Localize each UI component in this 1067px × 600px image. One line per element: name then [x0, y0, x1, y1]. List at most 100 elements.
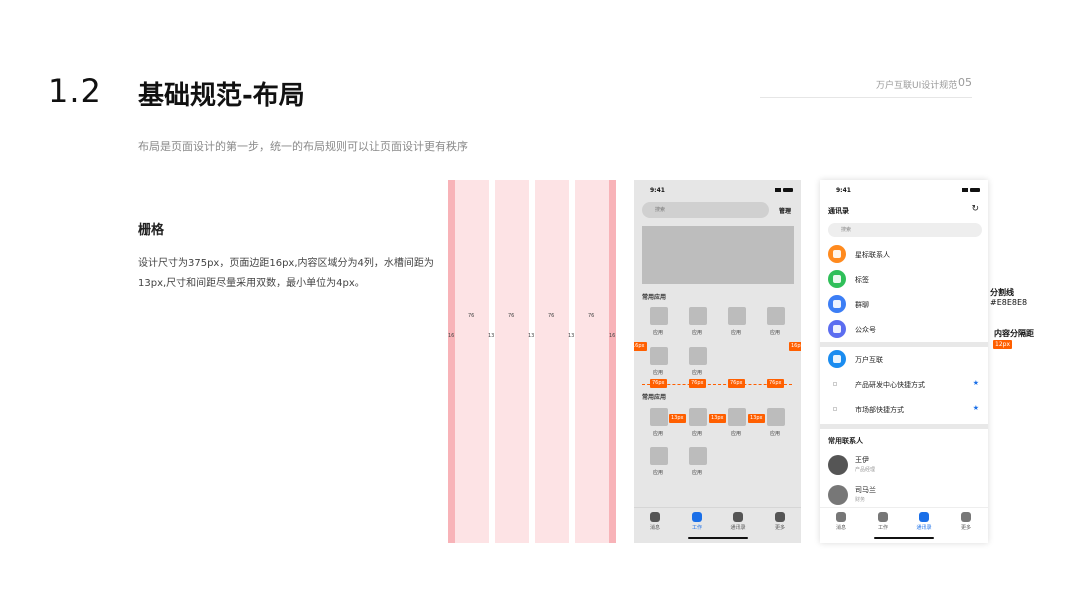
shortcut-row[interactable]: 产品研发中心快捷方式 ★	[820, 372, 988, 397]
gutter-tag: 13px	[748, 414, 765, 423]
divider-color-annotation: #E8E8E8	[990, 298, 1028, 307]
folder-icon	[833, 407, 837, 411]
grid-apps-icon	[878, 512, 888, 522]
margin-tag-right: 16px	[789, 342, 801, 351]
refresh-icon[interactable]: ↻	[971, 204, 979, 214]
star-icon[interactable]: ★	[973, 404, 979, 412]
contacts-icon	[919, 512, 929, 522]
page-number: 05	[958, 76, 972, 89]
app-icon[interactable]	[689, 307, 707, 325]
spacing-annotation: 内容分隔距	[994, 329, 1034, 338]
section-apps-1: 常用应用	[642, 294, 667, 301]
app-icon[interactable]	[767, 307, 785, 325]
status-time: 9:41	[650, 187, 665, 194]
app-icon[interactable]	[728, 307, 746, 325]
group-label: 标签	[855, 276, 869, 284]
search-input[interactable]: 搜索	[642, 202, 769, 218]
tab-label: 更多	[960, 525, 971, 531]
chat-icon	[836, 512, 846, 522]
group-row-tags[interactable]: 标签	[820, 267, 988, 292]
grid-column-4	[575, 180, 609, 543]
app-label: 应用	[692, 330, 703, 336]
app-icon[interactable]	[650, 447, 668, 465]
manage-button[interactable]: 管理	[779, 206, 791, 215]
app-label: 应用	[692, 370, 703, 376]
tab-more[interactable]: 更多	[951, 512, 981, 531]
home-indicator	[687, 537, 748, 539]
group-label: 星标联系人	[855, 251, 890, 259]
organization-icon	[828, 350, 846, 368]
grid-gutter-label: 13	[528, 333, 535, 339]
status-time: 9:41	[836, 187, 851, 194]
shortcut-row[interactable]: 市场部快捷方式 ★	[820, 397, 988, 422]
tab-work[interactable]: 工作	[868, 512, 898, 531]
tab-label: 工作	[877, 525, 888, 531]
more-icon	[961, 512, 971, 522]
group-row-official[interactable]: 公众号	[820, 317, 988, 342]
tab-contacts[interactable]: 通讯录	[723, 512, 753, 531]
app-label: 应用	[692, 431, 703, 437]
tag-icon	[828, 270, 846, 288]
contact-role: 财务	[855, 497, 866, 503]
app-icon[interactable]	[689, 408, 707, 426]
app-icon[interactable]	[689, 347, 707, 365]
group-label: 公众号	[855, 326, 876, 334]
column-tag: 76px	[650, 379, 667, 388]
grid-margin-label: 16	[609, 333, 616, 339]
group-row-groupchat[interactable]: 群聊	[820, 292, 988, 317]
tab-more[interactable]: 更多	[765, 512, 795, 531]
app-label: 应用	[692, 470, 703, 476]
battery-icon	[970, 188, 980, 192]
home-indicator	[874, 537, 934, 539]
doc-title: 万户互联UI设计规范	[876, 81, 958, 91]
contact-role: 产品经理	[855, 467, 876, 473]
org-row[interactable]: 万户互联	[820, 347, 988, 372]
app-label: 应用	[731, 330, 742, 336]
phone-work-mockup: 9:41 搜索 管理 常用应用 应用 应用 应用 应用 应用 应用 16px 1…	[634, 180, 801, 543]
app-icon[interactable]	[650, 347, 668, 365]
group-row-starred[interactable]: 星标联系人	[820, 242, 988, 267]
search-input[interactable]: 搜索	[828, 223, 982, 237]
section-apps-2: 常用应用	[642, 394, 667, 401]
app-icon[interactable]	[650, 408, 668, 426]
contact-name: 王伊	[855, 456, 869, 464]
spacing-tag: 12px	[993, 340, 1012, 349]
section-number: 1.2	[48, 72, 102, 110]
contacts-icon	[733, 512, 743, 522]
header-divider	[760, 97, 972, 98]
grid-column-label: 76	[468, 313, 475, 319]
app-icon[interactable]	[767, 408, 785, 426]
group-label: 群聊	[855, 301, 869, 309]
search-placeholder: 搜索	[841, 227, 852, 233]
contact-row[interactable]: 王伊 产品经理	[820, 450, 988, 480]
divider-annotation: 分割线	[990, 288, 1014, 297]
contacts-title: 通讯录	[828, 207, 849, 215]
grid-column-label: 76	[588, 313, 595, 319]
app-icon[interactable]	[650, 307, 668, 325]
tab-work[interactable]: 工作	[682, 512, 712, 531]
tab-label: 消息	[835, 525, 846, 531]
org-label: 万户互联	[855, 356, 883, 364]
avatar	[828, 485, 848, 505]
shortcut-label: 市场部快捷方式	[855, 406, 904, 414]
battery-icon	[783, 188, 793, 192]
grid-gutter-label: 13	[568, 333, 575, 339]
star-icon[interactable]: ★	[973, 379, 979, 387]
grid-heading: 栅格	[138, 223, 165, 238]
phone-contacts-mockup: 9:41 通讯录 ↻ 搜索 星标联系人 标签 群聊 公众号 万户互联 产品研发中…	[820, 180, 988, 543]
tab-messages[interactable]: 消息	[826, 512, 856, 531]
app-label: 应用	[770, 431, 781, 437]
app-label: 应用	[731, 431, 742, 437]
tab-messages[interactable]: 消息	[640, 512, 670, 531]
app-label: 应用	[653, 431, 664, 437]
app-icon[interactable]	[728, 408, 746, 426]
grid-description: 设计尺寸为375px，页面边距16px,内容区域分为4列，水槽间距为13px,尺…	[138, 258, 434, 289]
intro-text: 布局是页面设计的第一步，统一的布局规则可以让页面设计更有秩序	[138, 140, 468, 153]
app-label: 应用	[770, 330, 781, 336]
folder-icon	[833, 382, 837, 386]
app-icon[interactable]	[689, 447, 707, 465]
group-chat-icon	[828, 295, 846, 313]
contact-row[interactable]: 司马兰 财务	[820, 480, 988, 510]
signal-icon	[962, 188, 968, 192]
tab-contacts[interactable]: 通讯录	[909, 512, 939, 531]
